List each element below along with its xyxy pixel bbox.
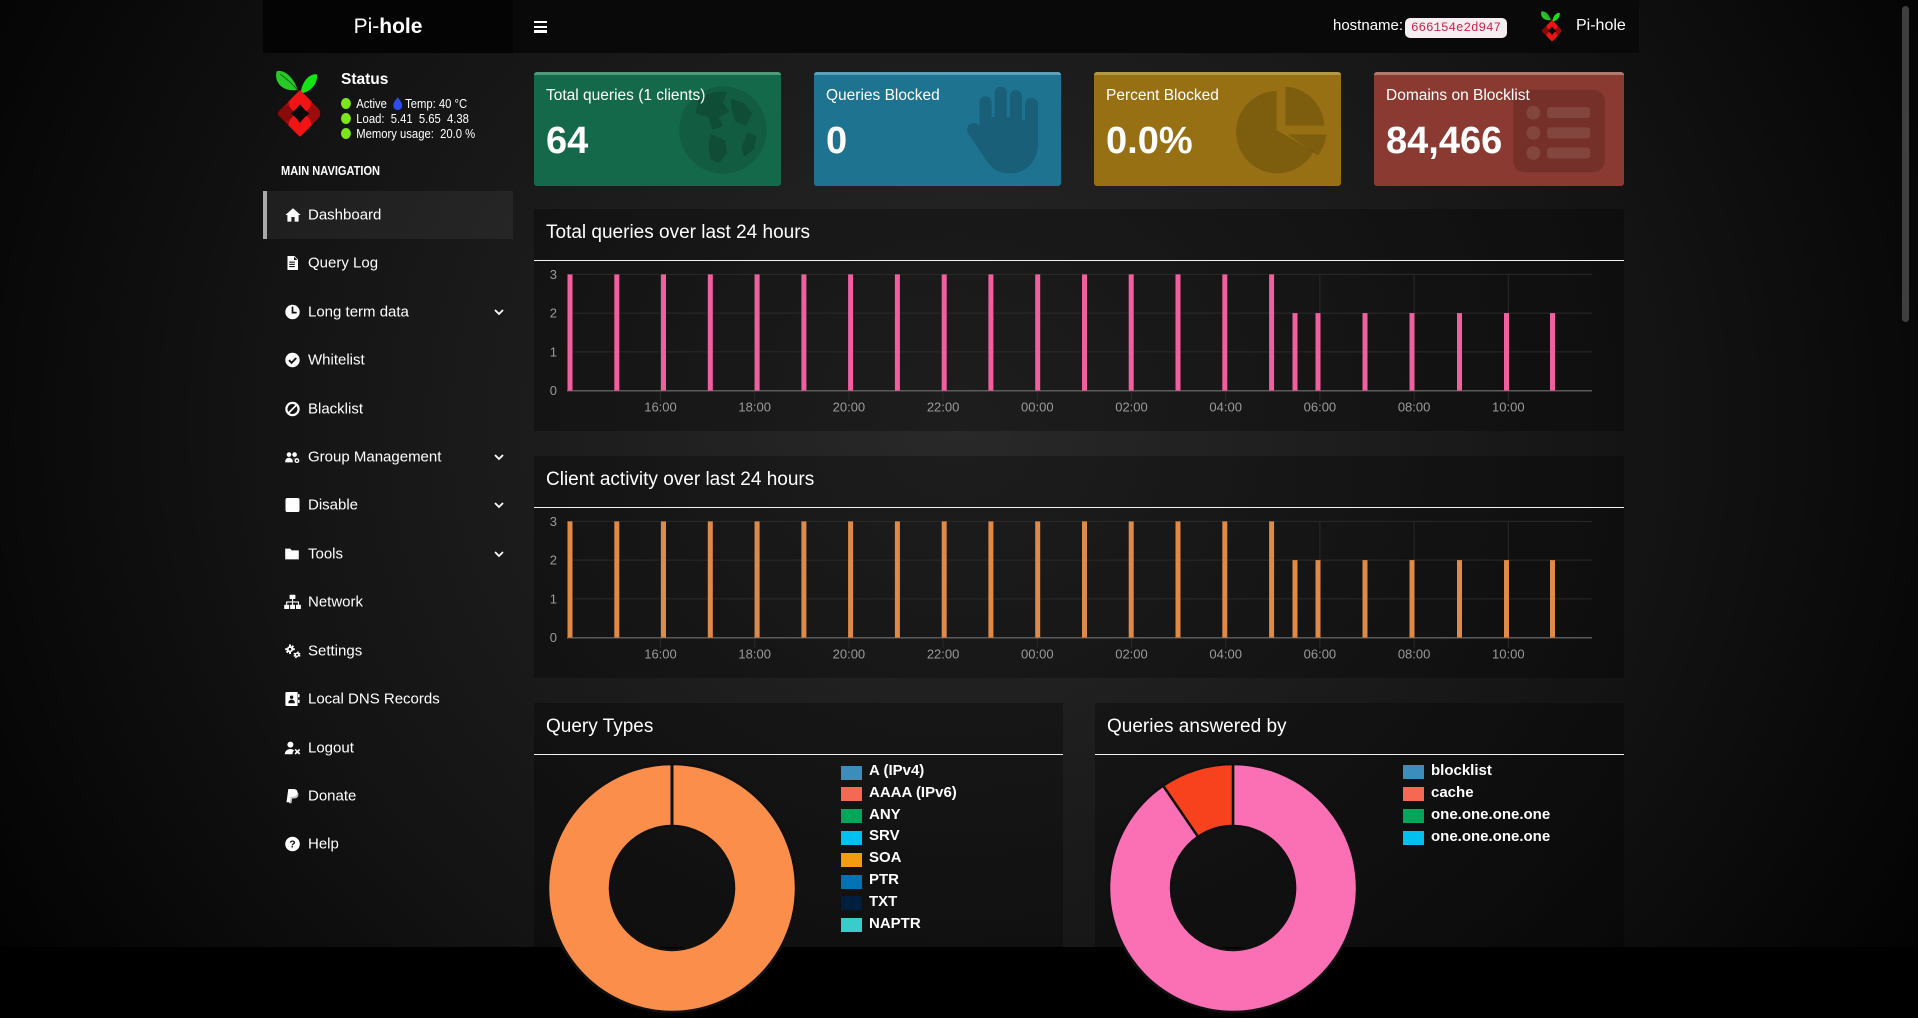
svg-text:?: ? [289, 839, 295, 851]
